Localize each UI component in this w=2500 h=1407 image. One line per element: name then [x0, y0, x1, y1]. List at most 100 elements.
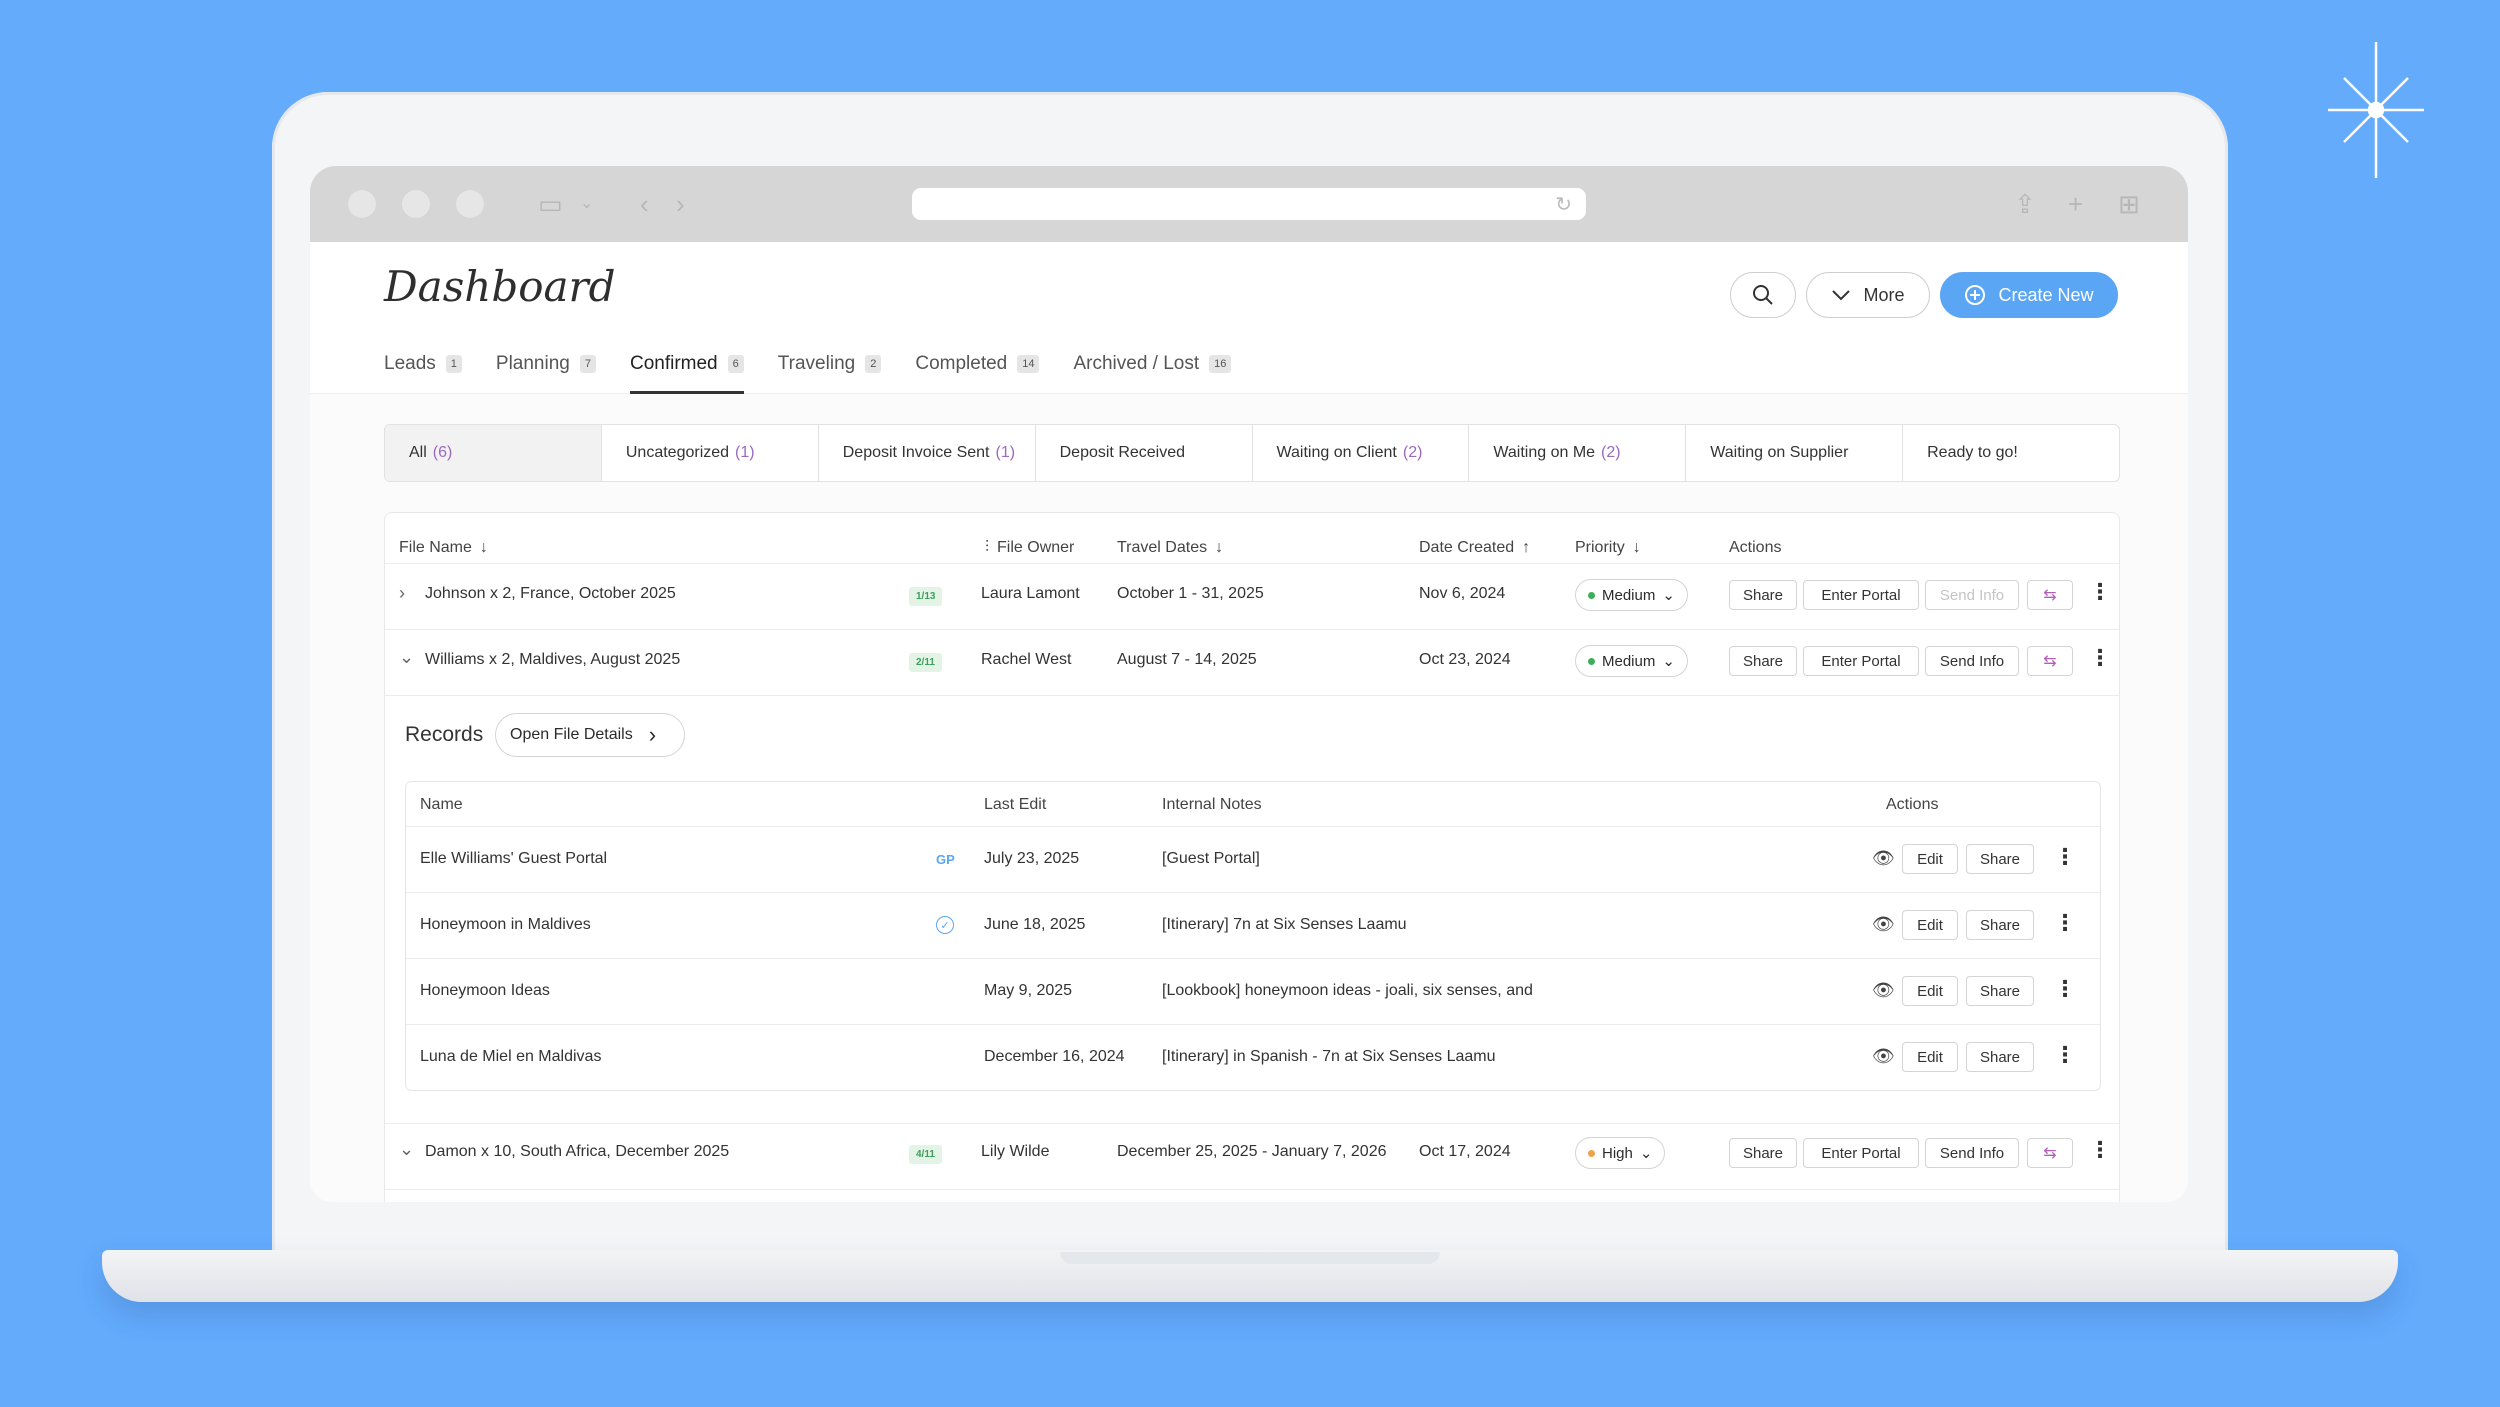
- records-table: Name Last Edit Internal Notes Actions El…: [405, 781, 2101, 1091]
- tab-completed[interactable]: Completed 14: [915, 334, 1040, 394]
- share-button[interactable]: Share: [1729, 1138, 1797, 1168]
- chevron-down-icon[interactable]: ⌄: [399, 647, 414, 668]
- eye-icon[interactable]: 👁: [1872, 1046, 1895, 1067]
- kebab-icon[interactable]: ⋮: [2089, 579, 2111, 605]
- tab-count: 1: [445, 355, 462, 373]
- header-label: File Name: [399, 539, 472, 556]
- filter-all[interactable]: All (6): [385, 425, 602, 481]
- filter-waiting-on-supplier[interactable]: Waiting on Supplier: [1686, 425, 1904, 481]
- share-button[interactable]: Share: [1729, 646, 1797, 676]
- enter-portal-button[interactable]: Enter Portal: [1803, 580, 1919, 610]
- window-minimize-button[interactable]: [402, 190, 430, 218]
- file-name[interactable]: Damon x 10, South Africa, December 2025: [425, 1143, 729, 1161]
- record-name[interactable]: Luna de Miel en Maldivas: [420, 1048, 601, 1066]
- back-icon[interactable]: ‹: [640, 188, 649, 220]
- kebab-icon[interactable]: ⋮: [2054, 976, 2076, 1002]
- record-name[interactable]: Elle Williams' Guest Portal: [420, 850, 607, 868]
- edit-button[interactable]: Edit: [1902, 910, 1958, 940]
- column-header-date-created[interactable]: Date Created ↑: [1419, 539, 1530, 557]
- send-info-button[interactable]: Send Info: [1925, 646, 2019, 676]
- share-icon[interactable]: ⇪: [2014, 188, 2036, 220]
- tab-confirmed[interactable]: Confirmed 6: [629, 334, 744, 394]
- edit-button[interactable]: Edit: [1902, 844, 1958, 874]
- tab-archived-lost[interactable]: Archived / Lost 16: [1073, 334, 1232, 394]
- filter-waiting-on-client[interactable]: Waiting on Client (2): [1253, 425, 1470, 481]
- kebab-icon[interactable]: ⋮: [2054, 910, 2076, 936]
- file-name[interactable]: Williams x 2, Maldives, August 2025: [425, 651, 680, 669]
- column-header-priority[interactable]: Priority ↓: [1575, 539, 1641, 557]
- kebab-icon[interactable]: ⋮: [2054, 1042, 2076, 1068]
- kebab-icon[interactable]: ⋮: [2054, 844, 2076, 870]
- more-button[interactable]: More: [1806, 272, 1930, 318]
- open-file-details-button[interactable]: Open File Details ›: [495, 713, 685, 757]
- record-name[interactable]: Honeymoon Ideas: [420, 982, 550, 1000]
- sparkle-icon: [2328, 42, 2424, 178]
- header-label: Priority: [1575, 539, 1625, 556]
- chevron-down-icon[interactable]: ⌄: [399, 1139, 414, 1160]
- divider: [406, 1024, 2100, 1025]
- create-new-button[interactable]: Create New: [1940, 272, 2118, 318]
- forward-icon[interactable]: ›: [676, 188, 685, 220]
- send-info-button[interactable]: Send Info: [1925, 1138, 2019, 1168]
- window-zoom-button[interactable]: [456, 190, 484, 218]
- enter-portal-button[interactable]: Enter Portal: [1803, 646, 1919, 676]
- records-header-last-edit: Last Edit: [984, 796, 1047, 813]
- enter-portal-button[interactable]: Enter Portal: [1803, 1138, 1919, 1168]
- filter-ready-to-go[interactable]: Ready to go!: [1903, 425, 2119, 481]
- files-table: File Name ↓ ⫶ File Owner Travel Dates ↓ Dat…: [384, 512, 2120, 1202]
- priority-select[interactable]: Medium ⌄: [1575, 579, 1688, 611]
- share-button[interactable]: Share: [1966, 1042, 2034, 1072]
- address-bar[interactable]: ↻: [912, 188, 1586, 220]
- plus-circle-icon: [1965, 285, 1986, 305]
- share-button[interactable]: Share: [1729, 580, 1797, 610]
- kebab-icon[interactable]: ⋮: [2089, 1137, 2111, 1163]
- share-button[interactable]: Share: [1966, 910, 2034, 940]
- filter-uncategorized[interactable]: Uncategorized (1): [602, 425, 819, 481]
- date-created: Oct 17, 2024: [1419, 1143, 1511, 1160]
- plus-icon[interactable]: +: [2068, 188, 2083, 220]
- share-button[interactable]: Share: [1966, 844, 2034, 874]
- column-header-file-owner[interactable]: ⫶ File Owner: [985, 539, 1074, 557]
- open-file-details-label: Open File Details: [510, 726, 633, 743]
- tab-traveling[interactable]: Traveling 2: [778, 334, 882, 394]
- chevron-down-icon: ⌄: [1639, 1145, 1653, 1162]
- share-button[interactable]: Share: [1966, 976, 2034, 1006]
- tabs-icon[interactable]: ⊞: [2118, 188, 2140, 220]
- eye-icon[interactable]: 👁: [1872, 848, 1895, 869]
- progress-badge: 1/13: [909, 587, 943, 606]
- eye-icon[interactable]: 👁: [1872, 980, 1895, 1001]
- swap-button[interactable]: ⇆: [2027, 646, 2073, 676]
- tab-count: 16: [1209, 355, 1232, 373]
- file-name[interactable]: Johnson x 2, France, October 2025: [425, 585, 676, 603]
- priority-select[interactable]: High ⌄: [1575, 1137, 1666, 1169]
- progress-badge: 2/11: [909, 653, 942, 672]
- priority-dot: [1588, 591, 1595, 599]
- column-header-file-name[interactable]: File Name ↓: [399, 539, 488, 557]
- tab-leads[interactable]: Leads 1: [384, 334, 462, 394]
- kebab-icon[interactable]: ⋮: [2089, 645, 2111, 671]
- chevron-right-icon[interactable]: ›: [399, 583, 405, 604]
- edit-button[interactable]: Edit: [1902, 1042, 1958, 1072]
- sidebar-icon[interactable]: ▭: [538, 188, 563, 220]
- swap-button[interactable]: ⇆: [2027, 1138, 2073, 1168]
- edit-button[interactable]: Edit: [1902, 976, 1958, 1006]
- header-label: File Owner: [997, 539, 1075, 556]
- filter-deposit-invoice-sent[interactable]: Deposit Invoice Sent (1): [819, 425, 1036, 481]
- send-info-button[interactable]: Send Info: [1925, 580, 2019, 610]
- filter-waiting-on-me[interactable]: Waiting on Me (2): [1469, 425, 1687, 481]
- filter-deposit-received[interactable]: Deposit Received: [1036, 425, 1253, 481]
- tab-planning[interactable]: Planning 7: [496, 334, 596, 394]
- eye-icon[interactable]: 👁: [1872, 914, 1895, 935]
- record-name[interactable]: Honeymoon in Maldives: [420, 916, 591, 934]
- column-header-actions: Actions: [1729, 539, 1781, 557]
- tab-label: Leads: [384, 353, 436, 374]
- search-button[interactable]: [1730, 272, 1796, 318]
- priority-select[interactable]: Medium ⌄: [1575, 645, 1688, 677]
- tab-count: 14: [1017, 355, 1040, 373]
- reload-icon[interactable]: ↻: [1555, 192, 1572, 217]
- swap-button[interactable]: ⇆: [2027, 580, 2073, 610]
- column-header-travel-dates[interactable]: Travel Dates ↓: [1117, 539, 1223, 557]
- window-close-button[interactable]: [348, 190, 376, 218]
- chevron-down-icon[interactable]: ⌄: [580, 188, 593, 220]
- swap-icon: ⇆: [2043, 587, 2057, 604]
